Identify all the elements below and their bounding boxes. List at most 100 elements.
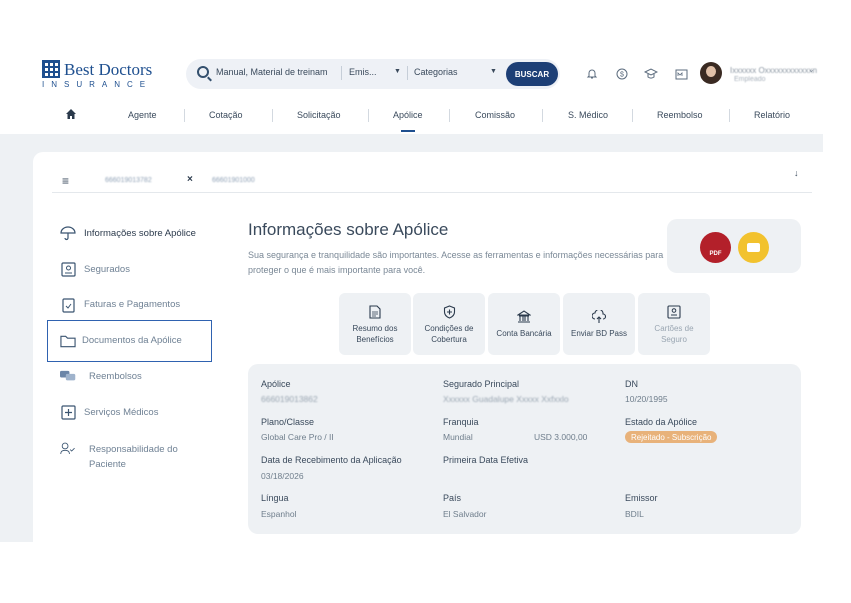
umbrella-icon bbox=[60, 225, 76, 241]
chat-icon bbox=[60, 368, 76, 384]
brand-logo-icon[interactable] bbox=[42, 60, 60, 78]
mail-icon[interactable] bbox=[671, 64, 691, 84]
search-input[interactable] bbox=[216, 67, 334, 77]
action-label: Cartões de Seguro bbox=[654, 323, 694, 344]
pdf-icon-label: PDF bbox=[709, 251, 722, 257]
nav-divider bbox=[632, 109, 633, 122]
download-icon[interactable]: ↓ bbox=[794, 168, 799, 178]
field-label-estado: Estado da Apólice bbox=[625, 417, 698, 427]
status-badge: Rejeitado - Subscrição bbox=[625, 431, 718, 443]
tab-divider bbox=[52, 192, 812, 193]
print-icon[interactable] bbox=[738, 232, 769, 263]
field-label-pais: País bbox=[443, 493, 462, 503]
medical-plus-icon bbox=[60, 404, 76, 420]
action-cartoes-seguro: Cartões de Seguro bbox=[638, 293, 710, 355]
tab-policy-1[interactable]: 666019013782 bbox=[105, 177, 152, 184]
invoice-icon bbox=[60, 297, 76, 313]
chevron-down-icon[interactable]: ⌄ bbox=[808, 65, 815, 74]
id-card-icon bbox=[60, 261, 76, 277]
sidebar-item-reembolsos[interactable]: Reembolsos bbox=[89, 371, 142, 382]
pdf-icon[interactable]: PDF bbox=[700, 232, 731, 263]
field-value-emissor: BDIL bbox=[625, 509, 644, 519]
nav-divider bbox=[272, 109, 273, 122]
document-icon bbox=[367, 304, 383, 320]
field-value-plano: Global Care Pro / II bbox=[261, 432, 334, 442]
nav-apolice[interactable]: Apólice bbox=[393, 110, 423, 120]
action-label: Resumo dos Benefícios bbox=[352, 323, 398, 344]
brand-subtitle: INSURANCE bbox=[42, 80, 153, 89]
field-label-dn: DN bbox=[625, 379, 638, 389]
field-value-dn: 10/20/1995 bbox=[625, 394, 668, 404]
bank-icon bbox=[516, 309, 532, 325]
field-label-emissor: Emissor bbox=[625, 493, 658, 503]
action-enviar-bd-pass[interactable]: Enviar BD Pass bbox=[563, 293, 635, 355]
card-icon bbox=[666, 304, 682, 320]
field-label-primeira-data: Primeira Data Efetiva bbox=[443, 455, 529, 465]
field-label-segurado: Segurado Principal bbox=[443, 379, 520, 389]
action-condicoes-cobertura[interactable]: Condições de Cobertura bbox=[413, 293, 485, 355]
nav-divider bbox=[729, 109, 730, 122]
user-check-icon bbox=[60, 440, 76, 456]
avatar[interactable] bbox=[700, 62, 722, 84]
field-label-plano: Plano/Classe bbox=[261, 417, 315, 427]
field-value-franquia-amount: USD 3.000,00 bbox=[534, 432, 588, 442]
nav-reembolso[interactable]: Reembolso bbox=[657, 110, 703, 120]
action-label: Enviar BD Pass bbox=[570, 329, 628, 338]
sidebar-item-faturas[interactable]: Faturas e Pagamentos bbox=[84, 299, 180, 310]
field-label-recebimento: Data de Recebimento da Aplicação bbox=[261, 455, 402, 465]
search-button[interactable]: BUSCAR bbox=[506, 62, 558, 86]
search-icon[interactable] bbox=[197, 66, 209, 78]
field-value-segurado: Xxxxxx Guadalupe Xxxxx Xxfxxlo bbox=[443, 394, 569, 404]
tab-policy-2[interactable]: 66601901000 bbox=[212, 177, 255, 184]
dollar-icon[interactable]: $ bbox=[612, 64, 632, 84]
action-conta-bancaria[interactable]: Conta Bancária bbox=[488, 293, 560, 355]
upload-icon bbox=[591, 309, 607, 325]
action-resumo-beneficios[interactable]: Resumo dos Benefícios bbox=[339, 293, 411, 355]
active-tab-indicator bbox=[401, 130, 415, 132]
action-label: Conta Bancária bbox=[496, 329, 552, 338]
nav-cotacao[interactable]: Cotação bbox=[209, 110, 243, 120]
menu-icon[interactable]: ≡ bbox=[62, 174, 69, 188]
folder-icon bbox=[60, 333, 76, 349]
emissor-filter[interactable]: Emis... bbox=[349, 67, 377, 77]
sidebar-item-informacoes[interactable]: Informações sobre Apólice bbox=[84, 228, 196, 239]
export-panel bbox=[667, 219, 801, 273]
nav-divider bbox=[368, 109, 369, 122]
close-icon[interactable]: × bbox=[187, 174, 193, 185]
sidebar-item-segurados[interactable]: Segurados bbox=[84, 264, 130, 275]
sidebar-item-responsabilidade[interactable]: Responsabilidade do Paciente bbox=[89, 442, 209, 472]
field-value-franquia: Mundial bbox=[443, 432, 473, 442]
field-value-recebimento: 03/18/2026 bbox=[261, 471, 304, 481]
category-filter[interactable]: Categorias bbox=[414, 67, 458, 77]
bell-icon[interactable] bbox=[582, 64, 602, 84]
policy-info-panel bbox=[248, 364, 801, 534]
home-icon[interactable] bbox=[66, 109, 76, 122]
sidebar-item-servicos[interactable]: Serviços Médicos bbox=[84, 407, 158, 418]
page-title: Informações sobre Apólice bbox=[248, 220, 449, 239]
nav-divider bbox=[449, 109, 450, 122]
graduation-icon[interactable] bbox=[641, 64, 661, 84]
brand-name[interactable]: Best Doctors bbox=[64, 60, 152, 80]
nav-divider bbox=[184, 109, 185, 122]
chevron-down-icon[interactable]: ▼ bbox=[394, 68, 401, 75]
field-value-lingua: Espanhol bbox=[261, 509, 297, 519]
user-name[interactable]: Ixxxxxx Oxxxxxxxxxxxxn bbox=[730, 66, 817, 75]
nav-divider bbox=[542, 109, 543, 122]
svg-text:$: $ bbox=[620, 72, 624, 79]
nav-solicitacao[interactable]: Solicitação bbox=[297, 110, 341, 120]
nav-agente[interactable]: Agente bbox=[128, 110, 157, 120]
field-label-franquia: Franquia bbox=[443, 417, 479, 427]
field-value-pais: El Salvador bbox=[443, 509, 487, 519]
nav-s-medico[interactable]: S. Médico bbox=[568, 110, 608, 120]
divider bbox=[341, 66, 342, 80]
field-value-apolice: 666019013862 bbox=[261, 394, 318, 404]
chevron-down-icon[interactable]: ▼ bbox=[490, 68, 497, 75]
nav-relatorio[interactable]: Relatório bbox=[754, 110, 790, 120]
sidebar-item-documentos[interactable]: Documentos da Apólice bbox=[82, 335, 182, 346]
nav-comissao[interactable]: Comissão bbox=[475, 110, 515, 120]
shield-plus-icon bbox=[441, 304, 457, 320]
action-label: Condições de Cobertura bbox=[424, 323, 474, 344]
field-label-apolice: Apólice bbox=[261, 379, 291, 389]
divider bbox=[407, 66, 408, 80]
user-role: Empleado bbox=[734, 76, 766, 83]
